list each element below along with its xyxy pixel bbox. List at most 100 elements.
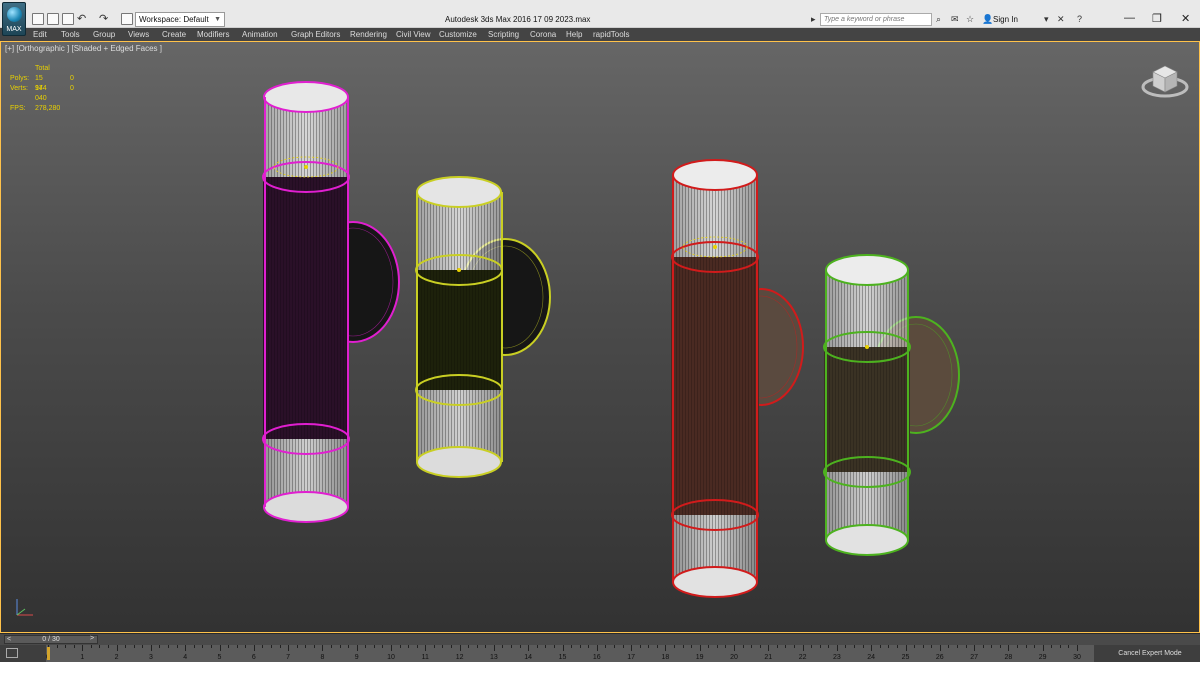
timeline-tick-label: 17 — [627, 654, 635, 661]
red-lamp[interactable] — [671, 159, 804, 598]
timeline-minor-tick — [1068, 645, 1070, 648]
timeline-minor-tick — [974, 645, 976, 651]
timeline-minor-tick — [476, 645, 478, 648]
menu-create[interactable]: Create — [162, 29, 186, 40]
timeline-minor-tick — [1016, 645, 1018, 648]
exchange-apps-icon[interactable]: ✕ — [1057, 14, 1065, 24]
menu-edit[interactable]: Edit — [33, 29, 47, 40]
timeline-minor-tick — [613, 645, 615, 648]
timeline-minor-tick — [451, 645, 453, 648]
save-file-icon[interactable] — [62, 13, 74, 25]
timeline-minor-tick — [382, 645, 384, 648]
timeline-minor-tick — [90, 645, 92, 648]
timeline-minor-tick — [356, 645, 358, 651]
timeline-minor-tick — [819, 645, 821, 648]
workspace-dropdown[interactable]: Workspace: Default ▼ — [135, 12, 225, 27]
next-frame-button[interactable]: > — [90, 635, 94, 642]
menu-group[interactable]: Group — [93, 29, 115, 40]
timeline-minor-tick — [1051, 645, 1053, 648]
timeline-minor-tick — [339, 645, 341, 648]
menu-modifiers[interactable]: Modifiers — [197, 29, 229, 40]
menu-corona[interactable]: Corona — [530, 29, 556, 40]
prev-frame-button[interactable]: < — [7, 636, 11, 644]
menu-views[interactable]: Views — [128, 29, 149, 40]
cancel-expert-mode-button[interactable]: Cancel Expert Mode — [1100, 645, 1200, 662]
search-expand-icon[interactable]: ▸ — [811, 14, 816, 24]
timeline-minor-tick — [288, 645, 290, 651]
communication-center-icon[interactable]: ✉ — [951, 14, 959, 24]
timeline-minor-tick — [142, 645, 144, 648]
timeline-tick-label: 3 — [148, 654, 153, 661]
timeline-minor-tick — [742, 645, 744, 648]
timeline-minor-tick — [82, 645, 84, 651]
binoculars-icon[interactable]: ⌕ — [936, 14, 941, 24]
viewcube[interactable] — [1141, 65, 1189, 98]
timeline-minor-tick — [639, 645, 641, 648]
application-menu-button[interactable]: MAX — [2, 2, 26, 36]
magenta-lamp[interactable] — [262, 81, 400, 523]
timeline-minor-tick — [768, 645, 770, 651]
timeline-minor-tick — [125, 645, 127, 648]
timeline-minor-tick — [210, 645, 212, 648]
timeline-minor-tick — [176, 645, 178, 648]
menu-animation[interactable]: Animation — [242, 29, 278, 40]
timeline-tick-label: 27 — [970, 654, 978, 661]
menu-scripting[interactable]: Scripting — [488, 29, 519, 40]
yellow-lamp[interactable] — [415, 176, 551, 478]
timeline-minor-tick — [699, 645, 701, 651]
menu-tools[interactable]: Tools — [61, 29, 80, 40]
menu-rapidtools[interactable]: rapidTools — [593, 29, 629, 40]
menu-customize[interactable]: Customize — [439, 29, 477, 40]
user-icon[interactable]: 👤 — [982, 14, 993, 24]
timeline-ruler[interactable]: 0123456789101112131415161718192021222324… — [46, 645, 1094, 662]
favorites-icon[interactable]: ☆ — [966, 14, 974, 24]
timeline-minor-tick — [656, 645, 658, 648]
timeline-minor-tick — [365, 645, 367, 648]
help-icon[interactable]: ? — [1077, 14, 1082, 24]
timeline-minor-tick — [99, 645, 101, 648]
search-input[interactable]: Type a keyword or phrase — [820, 13, 932, 26]
time-slider-handle[interactable]: < 0 / 30 — [4, 635, 98, 644]
timeline-minor-tick — [939, 645, 941, 651]
timeline-minor-tick — [159, 645, 161, 648]
viewport-label[interactable]: [+] [Orthographic ] [Shaded + Edged Face… — [5, 44, 162, 53]
mini-curve-editor-icon[interactable] — [6, 648, 18, 658]
timeline-minor-tick — [245, 645, 247, 648]
timeline-minor-tick — [673, 645, 675, 648]
timeline-minor-tick — [305, 645, 307, 648]
max-logo-label: MAX — [6, 26, 22, 33]
green-lamp[interactable] — [823, 254, 960, 556]
new-file-icon[interactable] — [32, 13, 44, 25]
timeline-minor-tick — [691, 645, 693, 648]
timeline-minor-tick — [811, 645, 813, 648]
perspective-viewport[interactable]: [+] [Orthographic ] [Shaded + Edged Face… — [0, 41, 1200, 633]
timeline-minor-tick — [725, 645, 727, 648]
scene-canvas[interactable] — [1, 42, 1199, 632]
sign-in-button[interactable]: Sign In — [993, 15, 1018, 24]
timeline-minor-tick — [442, 645, 444, 648]
time-slider[interactable]: < 0 / 30 > — [0, 633, 1200, 645]
menu-help[interactable]: Help — [566, 29, 582, 40]
timeline-minor-tick — [528, 645, 530, 651]
menu-civil-view[interactable]: Civil View — [396, 29, 431, 40]
axis-tripod-icon — [16, 599, 33, 616]
project-folder-icon[interactable] — [121, 13, 133, 25]
undo-icon[interactable]: ↶ — [77, 12, 86, 26]
verts-selected: 0 — [70, 85, 74, 92]
open-file-icon[interactable] — [47, 13, 59, 25]
restore-icon[interactable]: ❐ — [1152, 12, 1162, 25]
current-frame-marker[interactable] — [47, 647, 50, 660]
sign-in-chevron-icon[interactable]: ▾ — [1044, 14, 1049, 24]
menu-bar: Edit Tools Group Views Create Modifiers … — [0, 28, 1200, 41]
minimize-icon[interactable]: — — [1124, 12, 1135, 24]
timeline-minor-tick — [433, 645, 435, 648]
timeline-minor-tick — [408, 645, 410, 648]
close-icon[interactable]: ✕ — [1181, 12, 1190, 25]
menu-graph-editors[interactable]: Graph Editors — [291, 29, 340, 40]
redo-icon[interactable]: ↷ — [99, 12, 108, 26]
timeline-minor-tick — [845, 645, 847, 648]
timeline-minor-tick — [219, 645, 221, 651]
verts-label: Verts: — [10, 85, 28, 92]
menu-rendering[interactable]: Rendering — [350, 29, 387, 40]
timeline-minor-tick — [56, 645, 58, 648]
